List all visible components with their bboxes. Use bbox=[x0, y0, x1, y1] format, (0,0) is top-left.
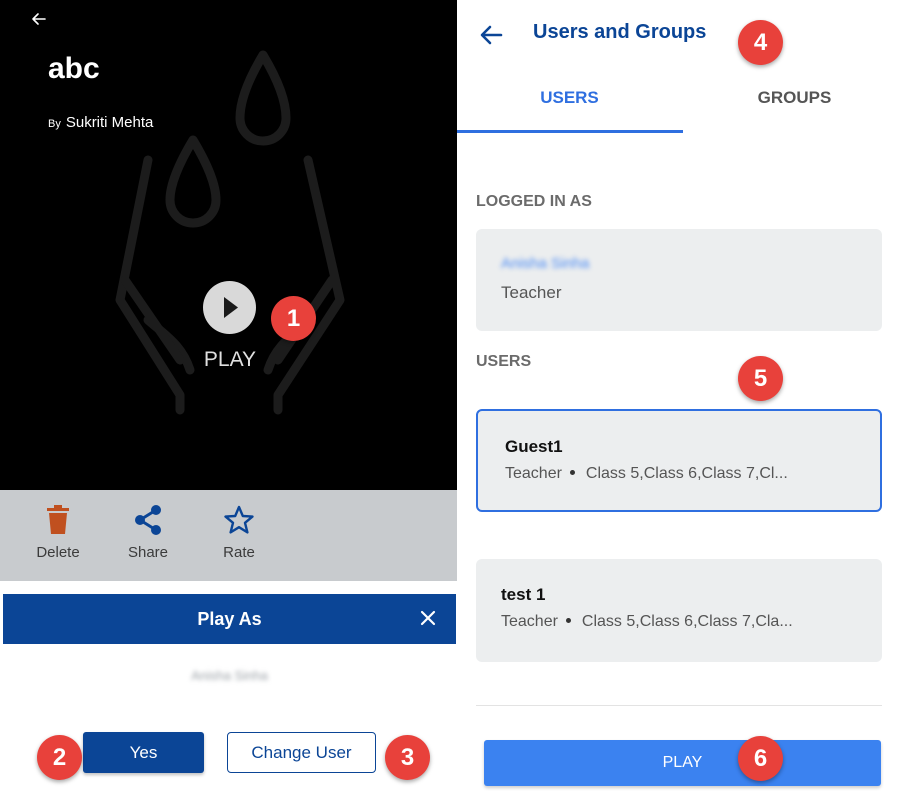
users-section-label: USERS bbox=[476, 353, 532, 370]
content-player-panel: abc By Sukriti Mehta PLAY Delete Share R… bbox=[0, 0, 457, 803]
tab-users[interactable]: USERS bbox=[457, 88, 682, 108]
play-as-title: Play As bbox=[197, 609, 262, 629]
yes-button[interactable]: Yes bbox=[83, 732, 204, 773]
user-role: Teacher bbox=[501, 613, 558, 630]
user-meta: Teacher Class 5,Class 6,Class 7,Cla... bbox=[501, 613, 793, 631]
user-classes: Class 5,Class 6,Class 7,Cla... bbox=[581, 613, 793, 630]
rate-action[interactable]: Rate bbox=[204, 500, 274, 561]
play-icon bbox=[224, 297, 238, 318]
annotation-badge-3: 3 bbox=[385, 735, 430, 780]
users-and-groups-panel: Users and Groups USERS GROUPS LOGGED IN … bbox=[457, 0, 900, 803]
annotation-badge-1: 1 bbox=[271, 296, 316, 341]
content-author: By Sukriti Mehta bbox=[48, 114, 153, 131]
delete-action[interactable]: Delete bbox=[23, 500, 93, 561]
logged-in-as-label: LOGGED IN AS bbox=[476, 193, 592, 210]
back-arrow-icon[interactable] bbox=[30, 10, 48, 28]
user-name: test 1 bbox=[501, 585, 546, 604]
share-icon bbox=[113, 500, 183, 540]
back-arrow-icon[interactable] bbox=[477, 20, 507, 50]
rate-label: Rate bbox=[223, 544, 255, 561]
play-button[interactable] bbox=[203, 281, 256, 334]
share-label: Share bbox=[127, 544, 169, 561]
author-prefix: By bbox=[48, 118, 61, 130]
content-hero: abc By Sukriti Mehta PLAY bbox=[0, 0, 457, 490]
user-card-test-1[interactable]: test 1 Teacher Class 5,Class 6,Class 7,Cl… bbox=[476, 559, 882, 662]
content-actions-bar: Delete Share Rate bbox=[0, 490, 457, 581]
user-role: Teacher bbox=[505, 465, 562, 482]
user-classes: Class 5,Class 6,Class 7,Cl... bbox=[585, 465, 788, 482]
share-action[interactable]: Share bbox=[113, 500, 183, 561]
author-name: Sukriti Mehta bbox=[65, 114, 154, 131]
star-icon bbox=[204, 500, 274, 540]
play-as-dialog-header: Play As bbox=[3, 594, 456, 644]
delete-label: Delete bbox=[36, 544, 80, 561]
logged-in-user-name-blurred: Anisha Sinha bbox=[501, 255, 590, 272]
trash-icon bbox=[23, 500, 93, 540]
current-user-name-blurred: Anisha Sinha bbox=[191, 668, 268, 683]
annotation-badge-2: 2 bbox=[37, 735, 82, 780]
annotation-badge-6: 6 bbox=[738, 736, 783, 781]
play-label[interactable]: PLAY bbox=[180, 348, 280, 372]
annotation-badge-4: 4 bbox=[738, 20, 783, 65]
page-title: Users and Groups bbox=[533, 21, 707, 43]
list-divider bbox=[476, 705, 882, 706]
annotation-badge-5: 5 bbox=[738, 356, 783, 401]
content-title: abc bbox=[48, 52, 100, 85]
separator-dot bbox=[569, 469, 575, 475]
user-card-guest1[interactable]: Guest1 Teacher Class 5,Class 6,Class 7,Cl… bbox=[476, 409, 882, 512]
tab-groups[interactable]: GROUPS bbox=[682, 88, 900, 108]
active-tab-indicator bbox=[457, 130, 683, 133]
user-meta: Teacher Class 5,Class 6,Class 7,Cl... bbox=[505, 465, 788, 483]
change-user-button[interactable]: Change User bbox=[227, 732, 376, 773]
separator-dot bbox=[565, 617, 571, 623]
close-icon[interactable] bbox=[414, 604, 442, 632]
screenshot-root: abc By Sukriti Mehta PLAY Delete Share R… bbox=[0, 0, 900, 803]
play-button[interactable]: PLAY bbox=[484, 740, 881, 786]
logged-in-user-role: Teacher bbox=[501, 283, 562, 302]
logged-in-user-card: Anisha Sinha Teacher bbox=[476, 229, 882, 331]
user-name: Guest1 bbox=[505, 437, 563, 456]
